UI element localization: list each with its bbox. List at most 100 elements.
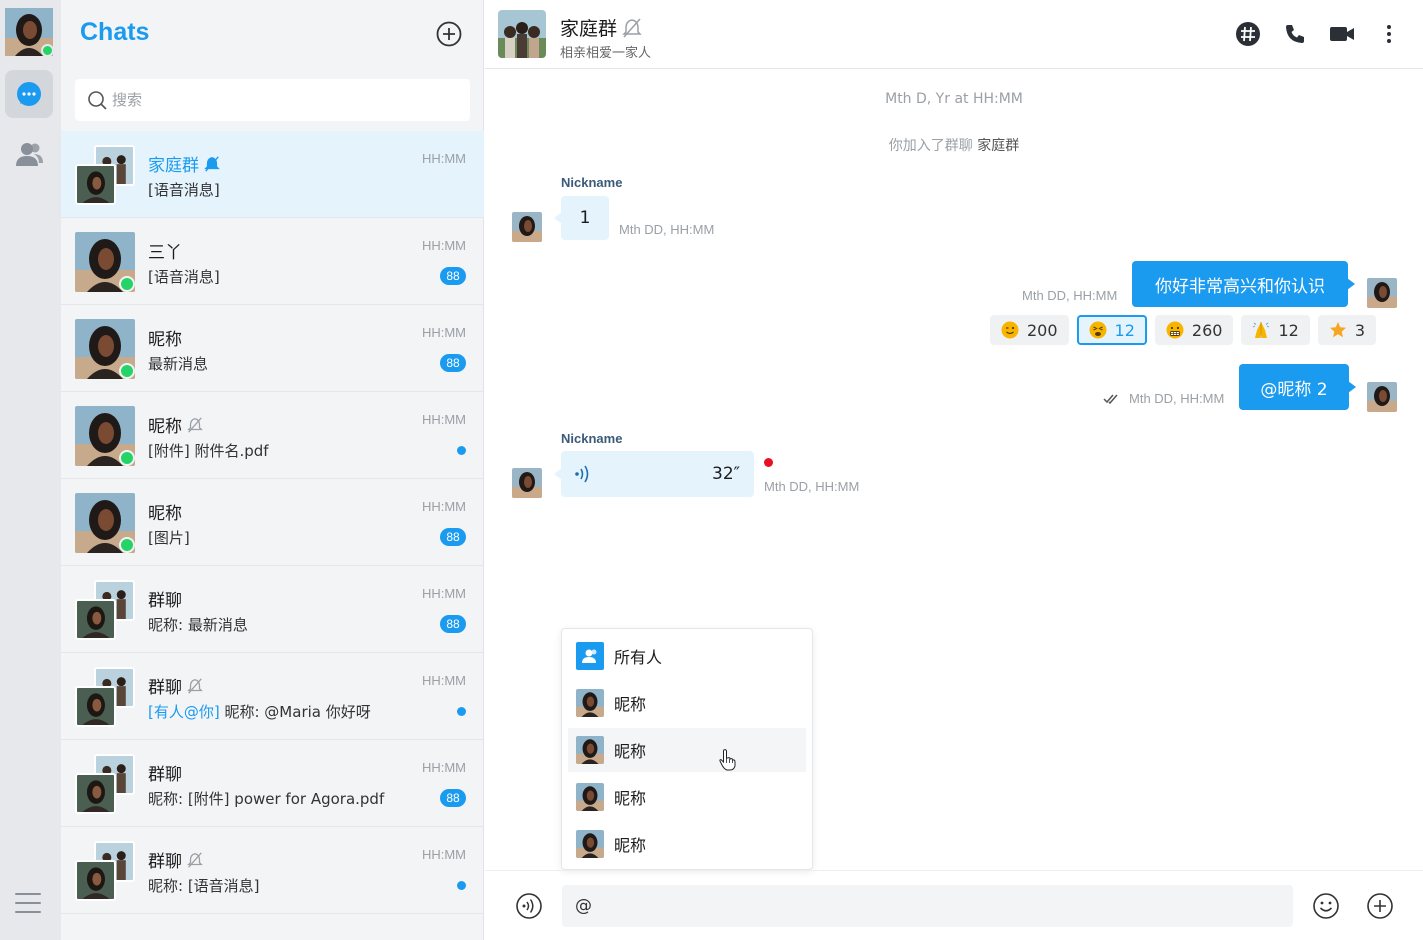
chat-preview: 昵称: [附件] power for Agora.pdf (148, 788, 384, 809)
unread-badge: 88 (440, 615, 466, 633)
voice-call-button[interactable] (1281, 20, 1309, 48)
unread-badge: 88 (440, 267, 466, 285)
search-box[interactable] (75, 79, 470, 121)
my-avatar[interactable] (5, 8, 54, 57)
phone-icon (1286, 25, 1304, 43)
hand-cursor-icon (719, 749, 736, 771)
mention-option[interactable]: 昵称 (568, 822, 806, 866)
message-time: Mth DD, HH:MM (619, 222, 715, 237)
chat-list-item[interactable]: 昵称 [附件] 附件名.pdf HH:MM (61, 392, 484, 479)
chat-preview: 最新消息 (148, 353, 208, 374)
message-text: 你好非常高兴和你认识 (1155, 276, 1325, 297)
mention-option-label: 昵称 (614, 742, 647, 761)
sender-avatar[interactable] (512, 212, 542, 242)
reaction-count: 12 (1114, 320, 1135, 340)
group-users-icon (576, 642, 604, 670)
date-separator: Mth D, Yr at HH:MM (885, 91, 1023, 107)
group-name: 家庭群 (560, 18, 618, 40)
reaction-count: 200 (1027, 320, 1058, 340)
chat-time: HH:MM (421, 151, 466, 166)
reaction-chip[interactable]: 260 (1154, 315, 1234, 345)
group-avatar[interactable] (498, 10, 546, 58)
reaction-count: 12 (1278, 320, 1299, 340)
menu-icon[interactable] (15, 893, 41, 915)
my-message-avatar (1367, 382, 1397, 412)
chat-preview-text: [图片] (148, 529, 190, 547)
wink-emoji-icon (1001, 321, 1019, 339)
chat-name: 昵称 (148, 325, 182, 350)
plus-icon[interactable] (1365, 891, 1395, 921)
mention-option[interactable]: 昵称 (568, 775, 806, 819)
message-bubble-outgoing[interactable]: @昵称 2 (1239, 364, 1356, 410)
chat-preview-text: [附件] 附件名.pdf (148, 442, 269, 460)
mention-option-label: 所有人 (614, 648, 663, 667)
chat-list-item[interactable]: 昵称 最新消息 HH:MM 88 (61, 305, 484, 392)
system-message-group: 家庭群 (977, 138, 1020, 154)
chat-preview: [附件] 附件名.pdf (148, 440, 269, 461)
more-options-button[interactable] (1375, 20, 1403, 48)
chat-list-item[interactable]: 昵称 [图片] HH:MM 88 (61, 479, 484, 566)
message-bubble-outgoing[interactable]: 你好非常高兴和你认识 (1132, 261, 1355, 307)
search-input[interactable] (112, 91, 432, 109)
chat-list-item[interactable]: 群聊 [有人@你] 昵称: @Maria 你好呀 HH:MM (61, 653, 484, 740)
voice-icon[interactable] (514, 891, 544, 921)
grimace-emoji-icon (1166, 321, 1184, 339)
chat-preview: [有人@你] 昵称: @Maria 你好呀 (148, 701, 371, 722)
mention-option[interactable]: 昵称 (568, 681, 806, 725)
mention-option-all[interactable]: 所有人 (568, 634, 806, 678)
nav-chats[interactable] (5, 70, 53, 118)
my-message-avatar (1367, 278, 1397, 308)
mute-icon (204, 155, 220, 172)
hashtag-button[interactable] (1234, 20, 1262, 48)
chat-time: HH:MM (421, 325, 466, 340)
reaction-chip[interactable]: 12 (1076, 315, 1147, 345)
system-message-text: 你加入了群聊 (888, 138, 973, 154)
voice-wave-icon (575, 465, 589, 483)
online-indicator (119, 363, 135, 379)
sender-avatar[interactable] (512, 468, 542, 498)
double-check-icon (1103, 394, 1118, 405)
chat-preview-text: 昵称: [附件] power for Agora.pdf (148, 790, 385, 808)
reaction-chip[interactable]: 200 (990, 315, 1069, 345)
message-input-box[interactable] (562, 885, 1293, 927)
video-call-button[interactable] (1328, 20, 1356, 48)
message-bubble[interactable]: 1 (554, 196, 609, 240)
emoji-icon[interactable] (1311, 891, 1341, 921)
chat-name-text: 群聊 (148, 852, 182, 872)
chat-list-item[interactable]: 家庭群 [语音消息] HH:MM (61, 131, 484, 218)
chat-preview: 昵称: 最新消息 (148, 614, 248, 635)
message-input[interactable] (562, 885, 1262, 927)
chat-list-item[interactable]: 群聊 昵称: 最新消息 HH:MM 88 (61, 566, 484, 653)
left-rail (0, 0, 61, 940)
chat-list-item[interactable]: 三丫 [语音消息] HH:MM 88 (61, 218, 484, 305)
conversation-header: 家庭群 相亲相爱一家人 (485, 0, 1423, 69)
online-indicator (119, 537, 135, 553)
chat-name-text: 昵称 (148, 417, 182, 437)
message-time: Mth DD, HH:MM (1129, 391, 1225, 406)
chat-preview-text: 最新消息 (148, 355, 209, 373)
chat-time: HH:MM (421, 412, 466, 427)
contact-avatar (75, 406, 135, 466)
chat-name: 家庭群 (148, 151, 221, 176)
mute-icon (187, 416, 203, 433)
mention-tag: [有人@你] (148, 703, 220, 721)
nav-contacts[interactable] (5, 130, 53, 178)
unread-dot (457, 881, 466, 890)
voice-message-bubble[interactable]: 32″ (554, 451, 754, 497)
chat-list-item[interactable]: 群聊 昵称: [附件] power for Agora.pdf HH:MM 88 (61, 740, 484, 827)
unread-badge: 88 (440, 528, 466, 546)
plus-circle-icon[interactable] (435, 20, 463, 48)
message-time: Mth DD, HH:MM (1022, 288, 1118, 303)
chat-preview-text: 昵称: 最新消息 (148, 616, 248, 634)
reaction-chip[interactable]: 3 (1317, 315, 1376, 345)
chat-name: 群聊 (148, 760, 182, 785)
mention-option[interactable]: 昵称 (568, 728, 806, 772)
contact-avatar (75, 493, 135, 553)
hashtag-icon (1236, 22, 1260, 46)
reaction-chip[interactable]: 12 (1241, 315, 1310, 345)
chat-list-item[interactable]: 群聊 昵称: [语音消息] HH:MM (61, 827, 484, 914)
search-icon (88, 91, 107, 110)
video-camera-icon (1330, 27, 1354, 41)
tired-emoji-icon (1089, 321, 1107, 339)
chat-name-text: 群聊 (148, 678, 182, 698)
